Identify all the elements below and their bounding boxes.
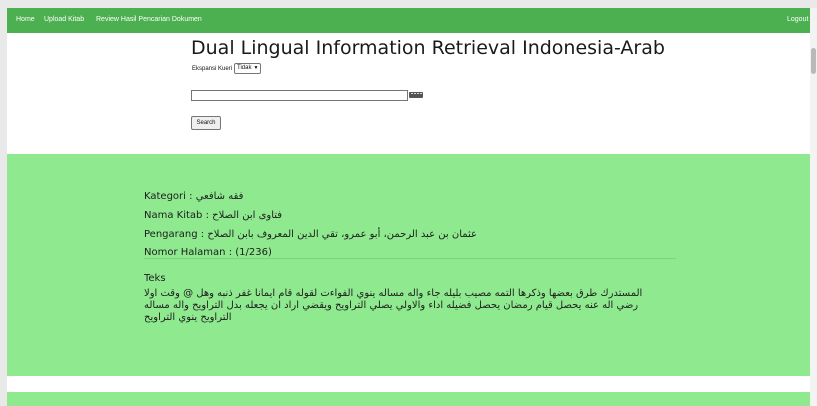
chevron-down-icon: ▼	[253, 65, 259, 71]
page-title: Dual Lingual Information Retrieval Indon…	[191, 37, 665, 59]
result-card-next	[7, 392, 810, 406]
top-navbar: Home Upload Kitab Review Hasil Pencarian…	[7, 8, 810, 33]
teks-body: المستدرك طرق بعضها وذكرها التمه مصيب بلي…	[144, 288, 643, 323]
nomor-halaman-value: (1/236)	[235, 247, 272, 258]
pengarang-label: Pengarang :	[144, 229, 205, 240]
nama-kitab-label: Nama Kitab :	[144, 210, 209, 221]
kategori-label: Kategori :	[144, 191, 193, 202]
nav-upload-kitab-link[interactable]: Upload Kitab	[44, 16, 84, 23]
query-expansion-value: Tidak	[237, 65, 252, 71]
query-expansion-select[interactable]: Tidak ▼	[234, 63, 262, 74]
keyboard-icon[interactable]	[409, 92, 423, 98]
result-card	[7, 154, 810, 376]
search-button[interactable]: Search	[191, 116, 221, 130]
pengarang-row: Pengarang : عثمان بن عبد الرحمن، أبو عمر…	[144, 229, 477, 240]
teks-label: Teks	[144, 273, 166, 284]
scrollbar-thumb[interactable]	[811, 48, 816, 74]
search-input[interactable]	[191, 90, 408, 101]
query-expansion-label: Ekspansi Kueri	[192, 65, 233, 72]
browser-viewport: Home Upload Kitab Review Hasil Pencarian…	[7, 8, 810, 406]
nomor-halaman-row: Nomor Halaman : (1/236)	[144, 247, 272, 258]
nav-logout-link[interactable]: Logout	[787, 16, 808, 23]
pengarang-value: عثمان بن عبد الرحمن، أبو عمرو، تقي الدين…	[207, 229, 478, 240]
nama-kitab-row: Nama Kitab : فتاوى ابن الصلاح	[144, 210, 282, 221]
page-scrollbar[interactable]	[810, 8, 817, 406]
result-divider	[144, 258, 676, 259]
nav-home-link[interactable]: Home	[16, 16, 35, 23]
nama-kitab-value: فتاوى ابن الصلاح	[212, 210, 283, 221]
query-expansion-row: Ekspansi Kueri Tidak ▼	[192, 63, 262, 74]
nomor-halaman-label: Nomor Halaman :	[144, 247, 233, 258]
kategori-value: فقه شافعي	[195, 191, 244, 202]
nav-review-link[interactable]: Review Hasil Pencarian Dokumen	[96, 16, 202, 23]
kategori-row: Kategori : فقه شافعي	[144, 191, 243, 202]
